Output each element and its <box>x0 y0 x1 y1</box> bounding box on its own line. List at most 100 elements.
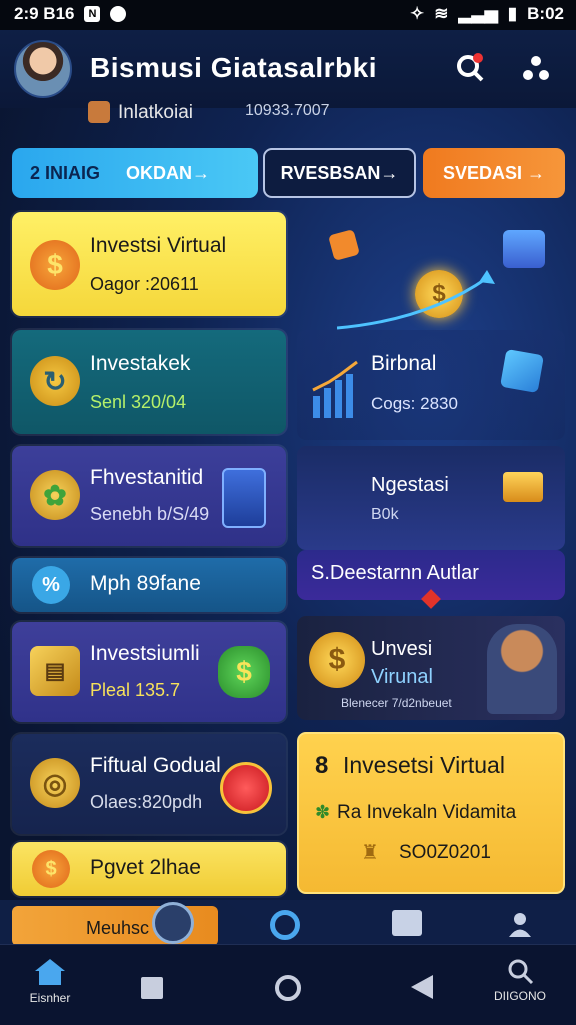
card-investasi-virtual[interactable]: $ Investsi Virtual Oagor :20611 <box>12 212 286 316</box>
dollar-coin-icon: $ <box>32 850 70 888</box>
status-time: 2:9 B16 <box>14 4 75 23</box>
search-icon <box>508 959 534 985</box>
money-bag-icon: $ <box>218 646 270 698</box>
nav-square[interactable] <box>122 957 182 1013</box>
lock-icon[interactable] <box>152 902 194 944</box>
clover-icon: ✽ <box>315 802 331 822</box>
promo-subtitle: Virunal <box>371 666 433 688</box>
secondary-button-label: Meuhsc <box>86 918 150 938</box>
card-fiftual-godual[interactable]: ◎ Fiftual Godual Olaes:820pdh <box>12 734 286 834</box>
nav-back[interactable] <box>392 957 452 1013</box>
nav-search-label: DIIGONO <box>493 989 546 1003</box>
card-subtitle: Olaes:820pdh <box>90 792 203 812</box>
tab-orange[interactable]: SVEDASI → <box>423 148 565 198</box>
card-subtitle: Oagor :20611 <box>90 274 199 294</box>
stack-icon: ▤ <box>30 646 80 696</box>
nfc-icon: ✧ <box>410 4 425 23</box>
wallet-icon[interactable] <box>392 910 422 936</box>
dollar-coin-icon: $ <box>309 632 365 688</box>
card-mph[interactable]: % Mph 89fane <box>12 558 286 612</box>
card-title: Fiftual Godual <box>90 754 221 777</box>
nested-card-subtitle: B0k <box>371 506 399 523</box>
promo-caption: Blenecer 7/d2nbeuet <box>341 696 452 710</box>
tab-orange-label: SVEDASI → <box>442 162 546 183</box>
card-title: Investsi Virtual <box>90 234 227 257</box>
tablet-icon <box>222 468 266 528</box>
square-icon <box>141 977 163 999</box>
cube-icon <box>499 348 545 394</box>
chart-card-subtitle: Cogs: 2830 <box>371 394 458 413</box>
chart-card[interactable]: Birbnal Cogs: 2830 <box>297 330 565 440</box>
subheader-label: Inlatkoiai <box>118 102 193 123</box>
circle-icon <box>275 975 301 1001</box>
target-icon <box>220 762 272 814</box>
profile-icon[interactable] <box>506 910 534 938</box>
search-icon[interactable] <box>452 50 488 86</box>
card-subtitle: Senebh b/S/49 <box>90 504 210 524</box>
arrow-curve-icon <box>337 270 495 330</box>
card-title: Fhvestanitid <box>90 466 204 489</box>
wifi-icon: ≋ <box>434 4 449 23</box>
card-fhvestanitid[interactable]: ✿ Fhvestanitid Senebh b/S/49 <box>12 446 286 546</box>
card-title: Investsiumli <box>90 642 200 665</box>
promo-card[interactable]: $ Unvesi Virunal Blenecer 7/d2nbeuet <box>297 616 565 720</box>
page-title: Bismusi Giatasalrbki <box>90 52 378 83</box>
tab-primary[interactable]: 2 INIAIG OKDAN→ <box>12 148 258 198</box>
books-icon <box>503 230 545 268</box>
battery-icon: ▮ <box>507 4 518 23</box>
back-icon <box>411 975 433 999</box>
dollar-coin-icon: $ <box>30 240 80 290</box>
tab-primary-action[interactable]: OKDAN→ <box>126 163 210 184</box>
secondary-bar: Meuhsc <box>0 900 576 946</box>
search-icon[interactable] <box>270 910 300 940</box>
bottom-nav: Eisnher DIIGONO <box>0 944 576 1025</box>
wallet-icon <box>88 101 110 123</box>
card-title: Mph 89fane <box>90 572 201 595</box>
feature-line: Ra Invekaln Vidamita <box>337 802 517 823</box>
nav-home-label: Eisnher <box>29 991 71 1005</box>
avatar[interactable] <box>14 40 72 98</box>
card-subtitle: Senl 320/04 <box>90 392 187 412</box>
coins-icon: ◎ <box>30 758 80 808</box>
notification-icon: N <box>84 6 101 22</box>
tab-investasi[interactable]: RVESBSAN→ <box>263 148 416 198</box>
plant-coins-icon: ✿ <box>30 470 80 520</box>
signal-icon: ▂▃▅ <box>458 4 498 23</box>
card-investsiumli[interactable]: ▤ Investsiumli Pleal 135.7 $ <box>12 622 286 722</box>
share-icon[interactable] <box>518 50 554 86</box>
growth-chart-icon <box>312 360 358 418</box>
circle-icon <box>110 6 127 22</box>
promo-title: Unvesi <box>371 638 433 660</box>
tag-icon <box>328 229 360 261</box>
refresh-coin-icon: ↻ <box>30 356 80 406</box>
home-icon <box>35 959 65 985</box>
tab-primary-label: 2 INIAIG <box>30 162 101 183</box>
nav-circle[interactable] <box>258 957 318 1013</box>
person-illustration <box>487 624 557 714</box>
chart-card-title: Birbnal <box>371 352 437 375</box>
feature-card[interactable]: 8 Invesetsi Virtual ✽ Ra Invekaln Vidami… <box>297 732 565 894</box>
status-time-right: B:02 <box>527 4 564 23</box>
percent-icon: % <box>32 566 70 604</box>
feature-icon: 8 <box>315 752 329 779</box>
card-title: Pgvet 2lhae <box>90 856 201 879</box>
app-header: Bismusi Giatasalrbki <box>0 30 576 108</box>
gold-bars-icon <box>503 472 543 502</box>
card-subtitle: Pleal 135.7 <box>90 680 181 700</box>
card-pgvet[interactable]: $ Pgvet 2lhae <box>12 842 286 896</box>
card-investakek[interactable]: ↻ Investakek Senl 320/04 <box>12 330 286 434</box>
nav-home[interactable]: Eisnher <box>20 957 80 1013</box>
nav-search[interactable]: DIIGONO <box>490 957 550 1013</box>
subheader-value: 10933.7007 <box>245 102 330 119</box>
card-title: Investakek <box>90 352 191 375</box>
tab-investasi-label: RVESBSAN→ <box>280 162 399 183</box>
banner-caption: S.Deestarnn Autlar <box>311 562 479 584</box>
subheader: Inlatkoiai 10933.7007 <box>0 98 576 128</box>
trophy-icon: ♜ <box>361 842 379 864</box>
status-bar: 2:9 B16 N ✧ ≋ ▂▃▅ ▮ B:02 <box>0 0 576 30</box>
illustration-top: $ <box>297 210 565 330</box>
feature-title: Invesetsi Virtual <box>343 752 505 778</box>
feature-value: SO0Z0201 <box>399 842 491 863</box>
nested-card[interactable]: Ngestasi B0k <box>297 446 565 550</box>
nested-card-title: Ngestasi <box>371 474 449 496</box>
